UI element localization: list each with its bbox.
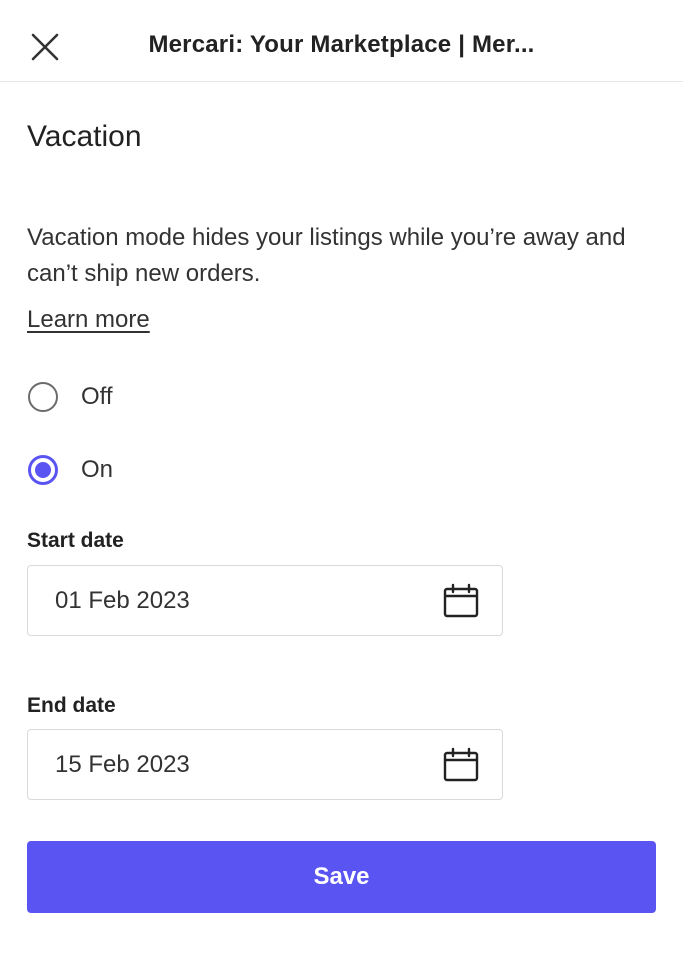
radio-option-off[interactable]: Off: [28, 382, 113, 412]
top-bar: Mercari: Your Marketplace | Mer...: [0, 0, 683, 82]
start-date-field[interactable]: 01 Feb 2023: [27, 565, 503, 636]
end-date-field[interactable]: 15 Feb 2023: [27, 729, 503, 800]
radio-option-on[interactable]: On: [28, 455, 113, 485]
calendar-icon[interactable]: [443, 583, 479, 619]
vacation-description: Vacation mode hides your listings while …: [27, 224, 626, 287]
start-date-label: Start date: [27, 529, 124, 552]
save-button[interactable]: Save: [27, 841, 656, 913]
page-title: Mercari: Your Marketplace | Mer...: [148, 31, 535, 58]
end-date-value: 15 Feb 2023: [55, 750, 190, 778]
learn-more-link[interactable]: Learn more: [27, 306, 150, 334]
calendar-icon[interactable]: [443, 747, 479, 783]
radio-on[interactable]: [28, 455, 58, 485]
radio-off[interactable]: [28, 382, 58, 412]
radio-off-label: Off: [81, 383, 113, 410]
radio-on-label: On: [81, 456, 114, 483]
end-date-label: End date: [27, 694, 116, 717]
vacation-heading: Vacation: [27, 120, 142, 153]
start-date-value: 01 Feb 2023: [55, 586, 190, 614]
